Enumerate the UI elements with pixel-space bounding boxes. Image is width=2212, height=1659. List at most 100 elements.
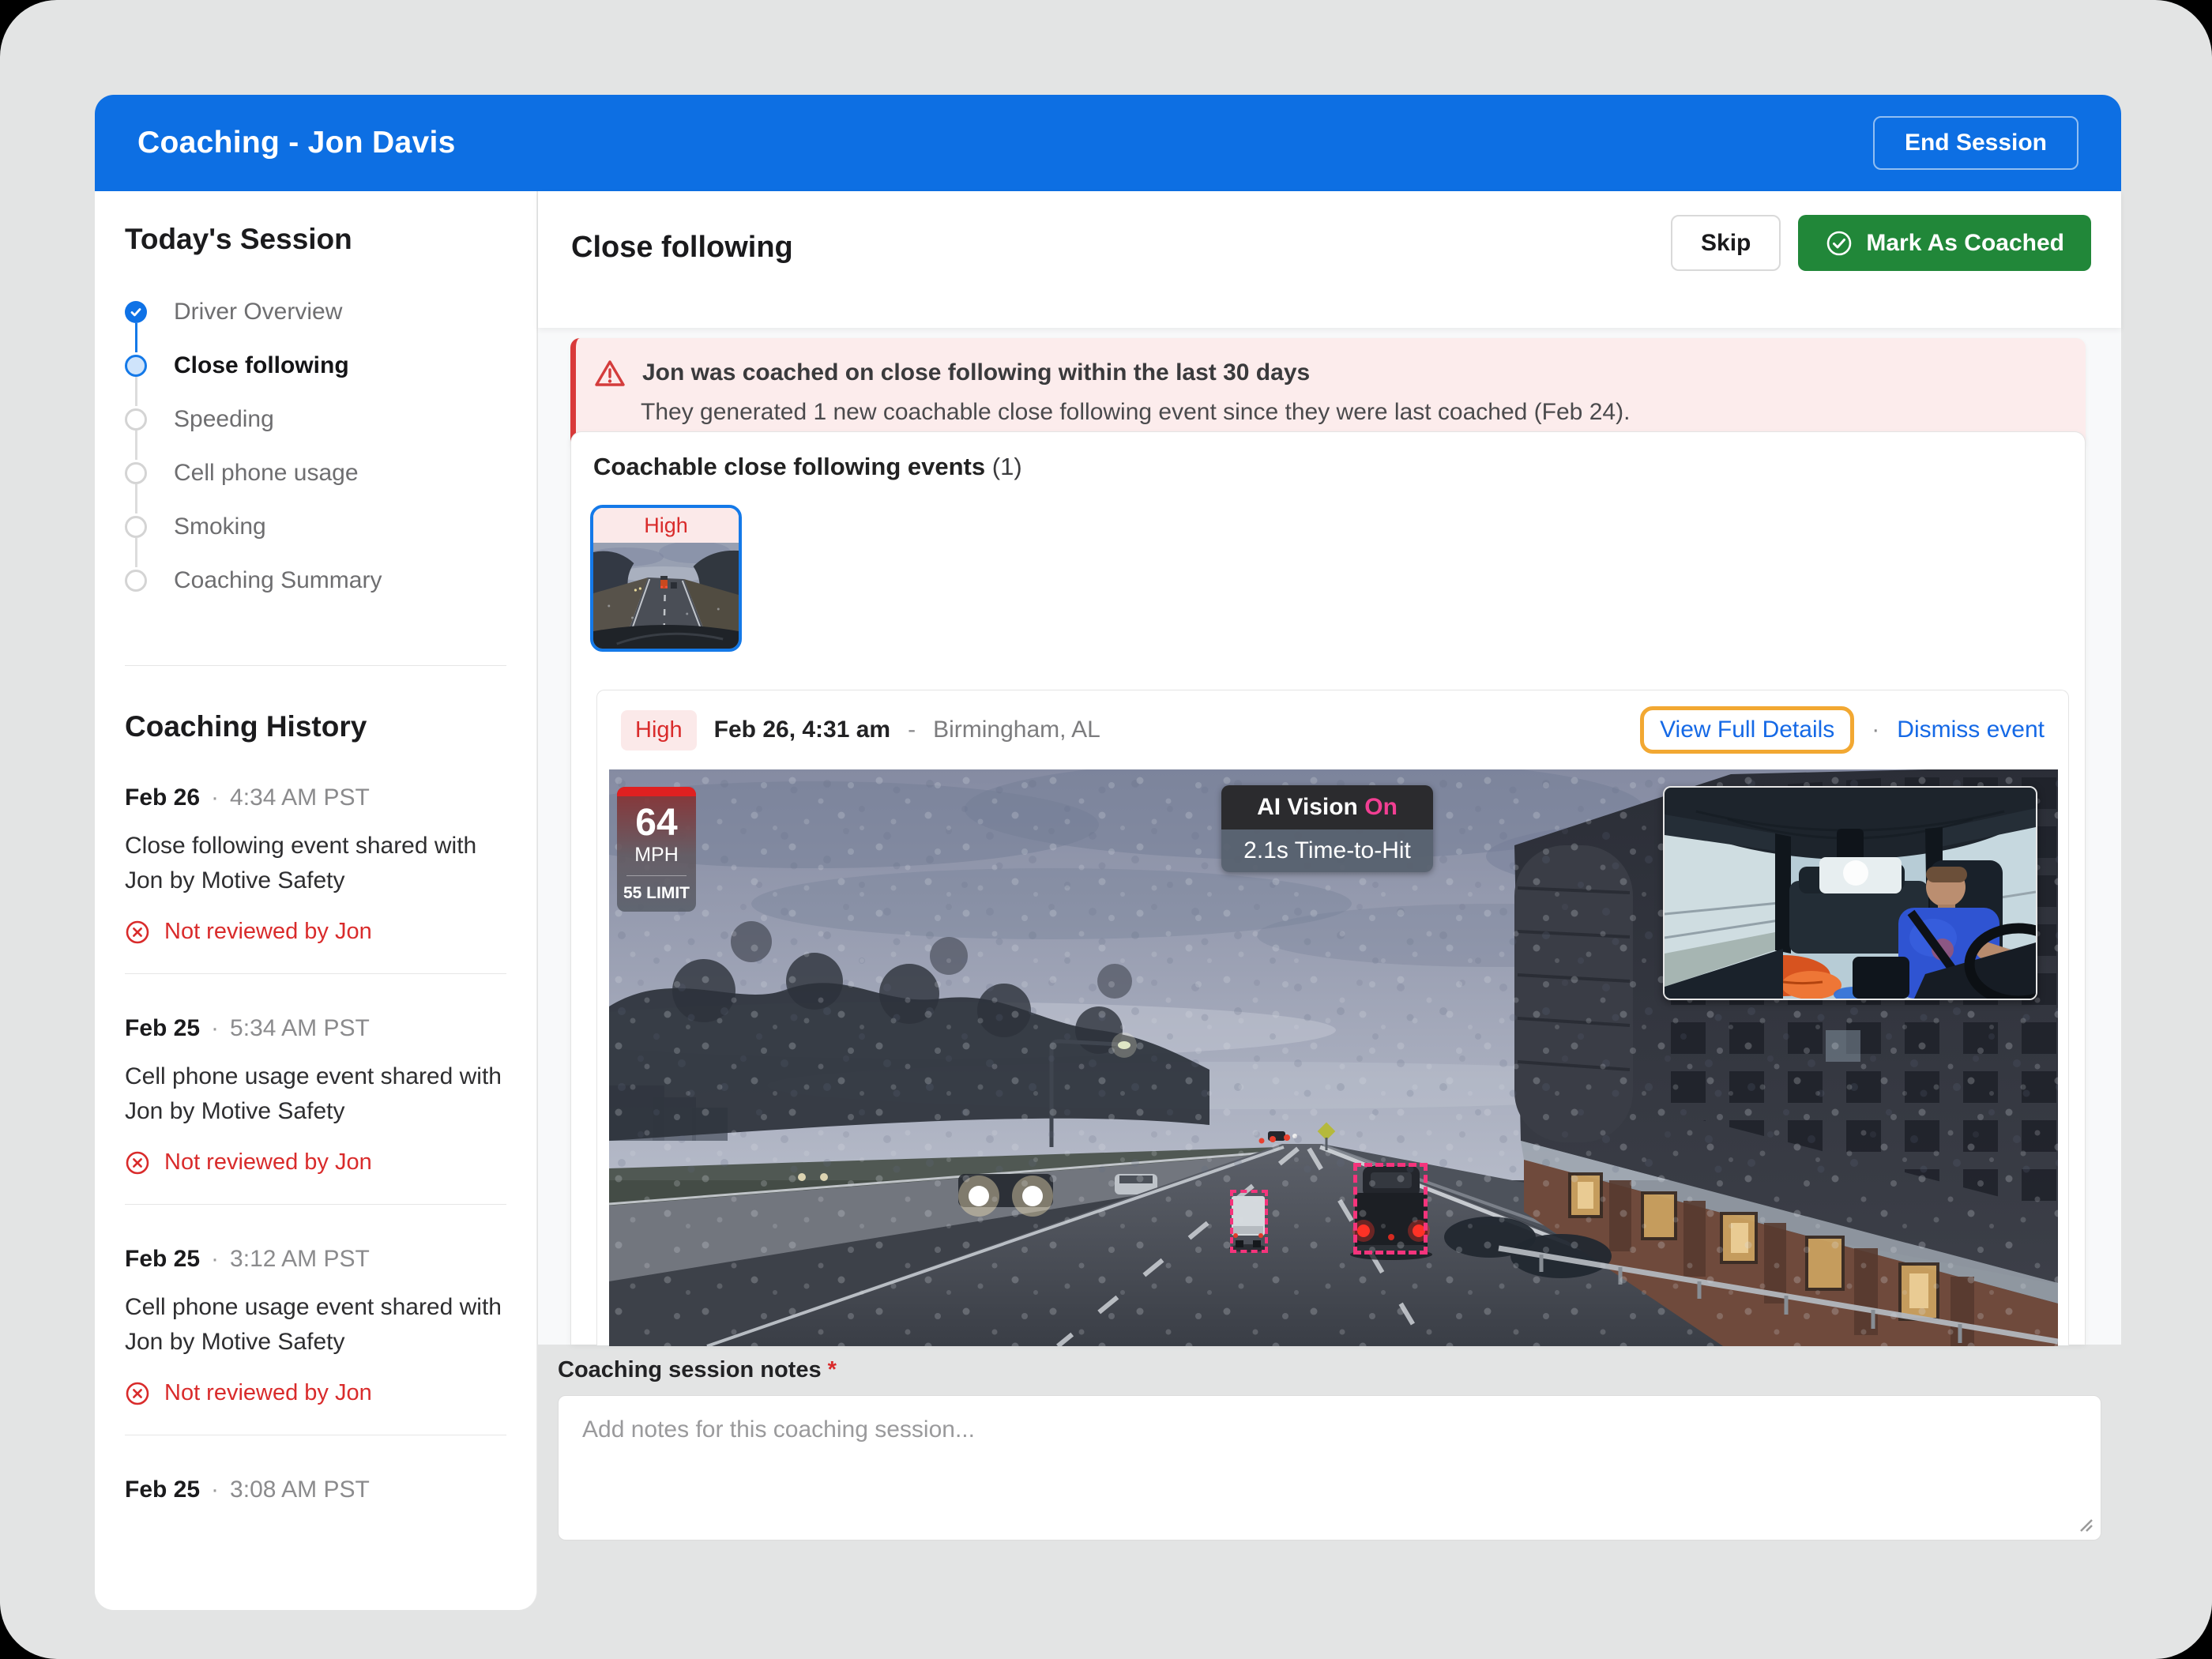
- app-header: Coaching - Jon Davis End Session: [95, 95, 2121, 191]
- coaching-history: Coaching History Feb 26 · 4:34 AM PST Cl…: [125, 666, 506, 1503]
- event-video-player[interactable]: 64 MPH 55 LIMIT AI Vision On 2.1s Time-t…: [609, 769, 2058, 1346]
- event-separator: -: [908, 717, 916, 743]
- speed-unit: MPH: [634, 844, 679, 866]
- severity-badge: High: [621, 710, 697, 750]
- history-description: Cell phone usage event shared with Jon b…: [125, 1290, 506, 1360]
- main-title: Close following: [571, 231, 793, 265]
- step-pending-icon: [125, 408, 147, 431]
- check-circle-icon: [1825, 229, 1853, 258]
- ai-bounding-box-vehicle: [1353, 1163, 1428, 1255]
- history-divider: [125, 973, 506, 974]
- events-card-title: Coachable close following events (1): [593, 453, 1022, 481]
- notes-label: Coaching session notes: [558, 1357, 822, 1382]
- main-header: Close following Skip Mark As Coached: [538, 191, 2121, 328]
- sidebar-step-smoking[interactable]: Smoking: [125, 514, 266, 540]
- ai-bounding-box-vehicle: [1230, 1190, 1268, 1253]
- sidebar-step-close-following[interactable]: Close following: [125, 352, 349, 379]
- history-title: Coaching History: [125, 710, 506, 743]
- history-date: Feb 25: [125, 1477, 200, 1503]
- dot-separator: ·: [211, 1477, 219, 1503]
- speed-alert-bar: [617, 787, 696, 796]
- event-datetime: Feb 26, 4:31 am: [714, 717, 890, 743]
- step-pending-icon: [125, 570, 147, 592]
- step-label: Speeding: [174, 406, 274, 433]
- step-label: Coaching Summary: [174, 567, 382, 594]
- main-actions: Skip Mark As Coached: [1671, 215, 2091, 271]
- screenshot-stage: Coaching - Jon Davis End Session Today's…: [0, 0, 2212, 1659]
- warning-triangle-icon: [593, 358, 626, 389]
- notes-label-row: Coaching session notes*: [558, 1357, 837, 1383]
- coaching-notes-input[interactable]: [558, 1395, 2101, 1540]
- history-time: 3:12 AM PST: [230, 1246, 370, 1273]
- dot-separator: ·: [211, 784, 219, 811]
- history-divider: [125, 1204, 506, 1205]
- ai-vision-overlay: AI Vision On 2.1s Time-to-Hit: [1221, 785, 1433, 872]
- step-connector: [135, 484, 137, 514]
- ai-vision-status: AI Vision On: [1221, 785, 1433, 830]
- history-status: Not reviewed by Jon: [125, 1380, 506, 1406]
- speed-divider: [626, 875, 687, 876]
- speed-value: 64: [635, 803, 677, 844]
- skip-button[interactable]: Skip: [1671, 215, 1781, 271]
- step-active-icon: [125, 355, 147, 377]
- driver-camera-inset: [1663, 786, 2037, 1000]
- history-status: Not reviewed by Jon: [125, 1149, 506, 1176]
- history-status: Not reviewed by Jon: [125, 919, 506, 945]
- mark-as-coached-button[interactable]: Mark As Coached: [1798, 215, 2091, 271]
- time-to-hit: 2.1s Time-to-Hit: [1221, 830, 1433, 872]
- page-background: Coaching - Jon Davis End Session Today's…: [0, 0, 2212, 1659]
- event-thumbnail[interactable]: High: [590, 505, 742, 652]
- end-session-button[interactable]: End Session: [1873, 116, 2078, 170]
- history-date-row: Feb 25 · 3:08 AM PST: [125, 1477, 506, 1503]
- history-time: 4:34 AM PST: [230, 784, 370, 811]
- banner-title: Jon was coached on close following withi…: [642, 356, 1310, 390]
- step-label: Driver Overview: [174, 299, 342, 325]
- history-entry: Feb 26 · 4:34 AM PST Close following eve…: [125, 784, 506, 974]
- session-title: Today's Session: [125, 223, 352, 256]
- ai-vision-state: On: [1364, 794, 1398, 820]
- dismiss-event-link[interactable]: Dismiss event: [1897, 717, 2045, 743]
- event-thumbnail-image: [593, 543, 739, 650]
- step-connector: [135, 323, 137, 352]
- step-label: Cell phone usage: [174, 460, 359, 487]
- event-detail-header: High Feb 26, 4:31 am - Birmingham, AL Vi…: [597, 690, 2068, 769]
- events-card-count: (1): [992, 453, 1022, 480]
- history-date: Feb 25: [125, 1015, 200, 1042]
- banner-body: They generated 1 new coachable close fol…: [641, 395, 2063, 430]
- step-pending-icon: [125, 516, 147, 538]
- step-check-icon: [125, 301, 147, 323]
- sidebar-step-cell-phone-usage[interactable]: Cell phone usage: [125, 460, 359, 487]
- dot-separator: ·: [211, 1015, 219, 1042]
- not-reviewed-icon: [125, 1150, 150, 1176]
- speed-overlay: 64 MPH 55 LIMIT: [617, 787, 696, 912]
- event-detail-card: High Feb 26, 4:31 am - Birmingham, AL Vi…: [596, 690, 2069, 1345]
- ai-vision-label: AI Vision: [1257, 794, 1358, 820]
- view-full-details-link[interactable]: View Full Details: [1640, 706, 1854, 754]
- coachable-events-card: Coachable close following events (1) Hig…: [570, 431, 2086, 1345]
- step-connector: [135, 431, 137, 460]
- sidebar-step-driver-overview[interactable]: Driver Overview: [125, 299, 342, 325]
- page-title: Coaching - Jon Davis: [137, 126, 456, 160]
- speed-limit: 55 LIMIT: [623, 884, 690, 903]
- dot-separator: ·: [1872, 717, 1879, 743]
- step-connector: [135, 538, 137, 567]
- history-time: 3:08 AM PST: [230, 1477, 370, 1503]
- step-label: Smoking: [174, 514, 266, 540]
- sidebar: Today's Session Driver Overview Close fo…: [95, 191, 537, 1610]
- sidebar-step-coaching-summary[interactable]: Coaching Summary: [125, 567, 382, 594]
- history-status-text: Not reviewed by Jon: [164, 1149, 372, 1176]
- sidebar-step-speeding[interactable]: Speeding: [125, 406, 274, 433]
- event-thumbnail-severity: High: [593, 508, 739, 543]
- dot-separator: ·: [211, 1246, 219, 1273]
- history-description: Cell phone usage event shared with Jon b…: [125, 1059, 506, 1129]
- step-pending-icon: [125, 462, 147, 484]
- history-entry: Feb 25 · 3:12 AM PST Cell phone usage ev…: [125, 1246, 506, 1435]
- session-stepper: Driver Overview Close following Speeding…: [125, 299, 507, 599]
- events-card-title-text: Coachable close following events: [593, 453, 985, 480]
- history-time: 5:34 AM PST: [230, 1015, 370, 1042]
- notes-field-wrap: [558, 1395, 2101, 1540]
- history-entry: Feb 25 · 3:08 AM PST: [125, 1477, 506, 1503]
- driver-camera-image: [1665, 788, 2036, 999]
- history-entry: Feb 25 · 5:34 AM PST Cell phone usage ev…: [125, 1015, 506, 1205]
- not-reviewed-icon: [125, 920, 150, 945]
